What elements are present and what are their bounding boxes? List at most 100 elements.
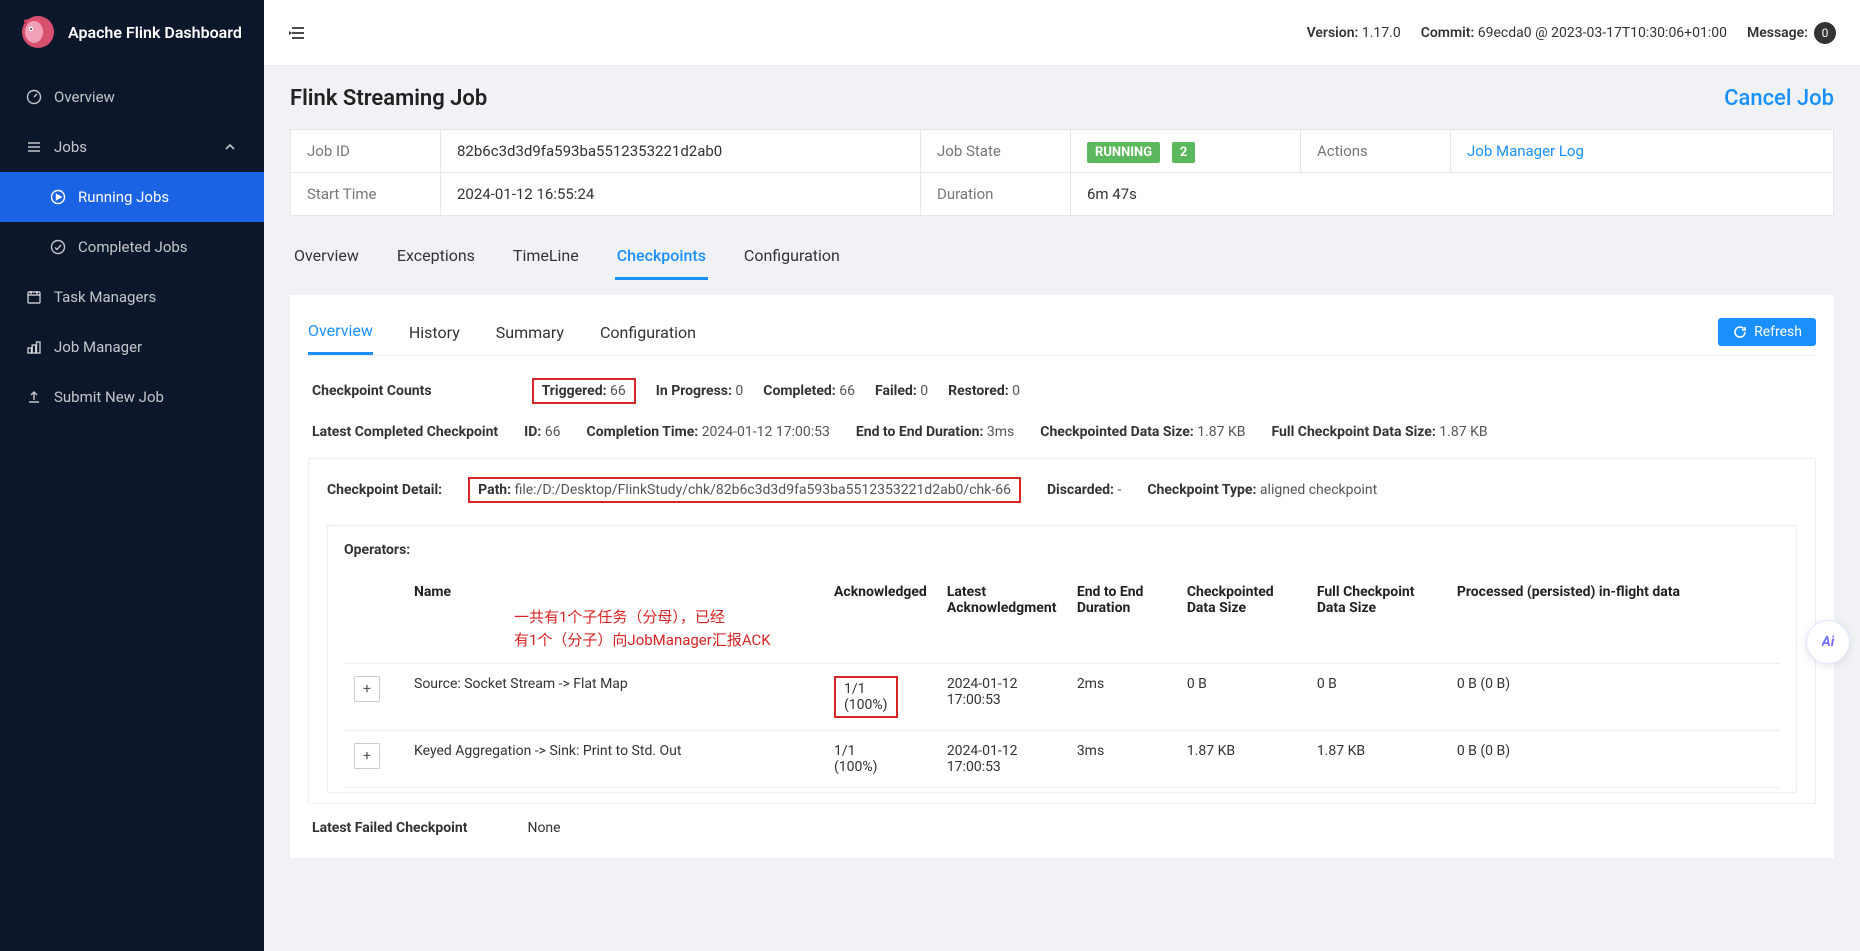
op-pif: 0 B (0 B)	[1447, 664, 1780, 731]
job-id-label: Job ID	[291, 130, 441, 173]
col-name: Name 一共有1个子任务（分母），已经 有1个（分子）向JobManager汇…	[404, 572, 824, 664]
app-title: Apache Flink Dashboard	[68, 23, 242, 42]
op-fds: 0 B	[1307, 664, 1447, 731]
refresh-button[interactable]: Refresh	[1718, 318, 1816, 346]
col-pif: Processed (persisted) in-flight data	[1447, 572, 1780, 664]
sidebar-item-label: Completed Jobs	[78, 238, 188, 256]
sidebar-item-label: Running Jobs	[78, 188, 169, 206]
op-cds: 0 B	[1177, 664, 1307, 731]
col-ack: Acknowledged	[824, 572, 937, 664]
sidebar-item-submit[interactable]: Submit New Job	[0, 372, 264, 422]
op-name: Keyed Aggregation -> Sink: Print to Std.…	[404, 731, 824, 788]
sidebar-nav: Overview Jobs Running Jobs Completed Job…	[0, 64, 264, 422]
table-row: Start Time 2024-01-12 16:55:24 Duration …	[291, 173, 1834, 216]
menu-fold-icon[interactable]	[288, 23, 308, 43]
expand-button[interactable]: +	[354, 676, 380, 702]
subtab-config[interactable]: Configuration	[600, 311, 696, 354]
checkpoint-subtabs: Overview History Summary Configuration R…	[308, 309, 1816, 356]
op-e2e: 3ms	[1067, 731, 1177, 788]
checkpoint-counts-head: Checkpoint Counts	[312, 383, 432, 399]
dashboard-icon	[26, 89, 42, 105]
message-badge[interactable]: 0	[1814, 22, 1836, 44]
job-state-label: Job State	[921, 130, 1071, 173]
table-row: + Source: Socket Stream -> Flat Map1/1(10…	[344, 664, 1780, 731]
actions-label: Actions	[1301, 130, 1451, 173]
latest-fds: Full Checkpoint Data Size: 1.87 KB	[1272, 424, 1488, 440]
failed-kv: Failed: 0	[875, 383, 928, 399]
subtab-summary[interactable]: Summary	[496, 311, 564, 354]
sidebar-item-running-jobs[interactable]: Running Jobs	[0, 172, 264, 222]
job-tabs: Overview Exceptions TimeLine Checkpoints…	[290, 236, 1834, 281]
operators-table: Name 一共有1个子任务（分母），已经 有1个（分子）向JobManager汇…	[344, 572, 1780, 788]
operators-head: Operators:	[344, 542, 1780, 558]
op-ack: 1/1(100%)	[824, 664, 937, 731]
op-ack: 1/1(100%)	[824, 731, 937, 788]
start-time-value: 2024-01-12 16:55:24	[441, 173, 921, 216]
bars-icon	[26, 139, 42, 155]
tab-exceptions[interactable]: Exceptions	[395, 236, 477, 280]
latest-id: ID: 66	[524, 424, 560, 440]
ai-assist-fab[interactable]: Ai	[1806, 620, 1850, 664]
content: Flink Streaming Job Cancel Job Job ID 82…	[264, 66, 1860, 878]
jm-log-link[interactable]: Job Manager Log	[1467, 142, 1584, 160]
detail-path: Path: file:/D:/Desktop/FlinkStudy/chk/82…	[468, 477, 1021, 503]
subtab-history[interactable]: History	[409, 311, 460, 354]
flink-logo	[20, 14, 56, 50]
actions-value: Job Manager Log	[1451, 130, 1834, 173]
latest-checkpoint-row: Latest Completed Checkpoint ID: 66 Compl…	[308, 410, 1816, 454]
main: Version: 1.17.0 Commit: 69ecda0 @ 2023-0…	[264, 0, 1860, 951]
detail-head: Checkpoint Detail:	[327, 482, 442, 498]
state-count-badge: 2	[1172, 142, 1195, 163]
sidebar-item-jobs[interactable]: Jobs	[0, 122, 264, 172]
table-row: + Keyed Aggregation -> Sink: Print to Std…	[344, 731, 1780, 788]
sidebar: Apache Flink Dashboard Overview Jobs Run…	[0, 0, 264, 951]
sidebar-header: Apache Flink Dashboard	[0, 0, 264, 64]
tab-checkpoints[interactable]: Checkpoints	[615, 236, 708, 280]
checkpoints-panel: Overview History Summary Configuration R…	[290, 295, 1834, 858]
op-cds: 1.87 KB	[1177, 731, 1307, 788]
subtab-overview[interactable]: Overview	[308, 309, 373, 355]
message-kv: Message:0	[1747, 22, 1836, 44]
annotation-text: 一共有1个子任务（分母），已经 有1个（分子）向JobManager汇报ACK	[514, 606, 814, 651]
inprogress-kv: In Progress: 0	[656, 383, 744, 399]
detail-type: Checkpoint Type: aligned checkpoint	[1147, 482, 1377, 498]
latest-cds: Checkpointed Data Size: 1.87 KB	[1040, 424, 1245, 440]
sidebar-item-job-manager[interactable]: Job Manager	[0, 322, 264, 372]
topbar: Version: 1.17.0 Commit: 69ecda0 @ 2023-0…	[264, 0, 1860, 66]
duration-label: Duration	[921, 173, 1071, 216]
col-lack: Latest Acknowledgment	[937, 572, 1067, 664]
op-e2e: 2ms	[1067, 664, 1177, 731]
cancel-job-link[interactable]: Cancel Job	[1724, 86, 1834, 111]
tab-timeline[interactable]: TimeLine	[511, 236, 581, 280]
op-pif: 0 B (0 B)	[1447, 731, 1780, 788]
sidebar-item-task-managers[interactable]: Task Managers	[0, 272, 264, 322]
detail-discarded: Discarded: -	[1047, 482, 1121, 498]
running-badge: RUNNING	[1087, 142, 1160, 163]
tab-config[interactable]: Configuration	[742, 236, 842, 280]
build-icon	[26, 339, 42, 355]
op-lack: 2024-01-1217:00:53	[937, 731, 1067, 788]
start-time-label: Start Time	[291, 173, 441, 216]
checkpoint-counts-row: Checkpoint Counts Triggered: 66 In Progr…	[308, 356, 1816, 410]
chevron-up-icon	[222, 139, 238, 155]
sidebar-item-label: Job Manager	[54, 338, 142, 356]
sidebar-item-label: Jobs	[54, 138, 87, 156]
sidebar-item-overview[interactable]: Overview	[0, 72, 264, 122]
job-info-table: Job ID 82b6c3d3d9fa593ba5512353221d2ab0 …	[290, 129, 1834, 216]
upload-icon	[26, 389, 42, 405]
checkpoint-detail-panel: Checkpoint Detail: Path: file:/D:/Deskto…	[308, 458, 1816, 804]
expand-button[interactable]: +	[354, 743, 380, 769]
latest-head: Latest Completed Checkpoint	[312, 424, 498, 440]
table-header-row: Name 一共有1个子任务（分母），已经 有1个（分子）向JobManager汇…	[344, 572, 1780, 664]
col-cds: Checkpointed Data Size	[1177, 572, 1307, 664]
version-kv: Version: 1.17.0	[1307, 25, 1401, 41]
table-row: Job ID 82b6c3d3d9fa593ba5512353221d2ab0 …	[291, 130, 1834, 173]
tab-overview[interactable]: Overview	[292, 236, 361, 280]
restored-kv: Restored: 0	[948, 383, 1020, 399]
sidebar-item-completed-jobs[interactable]: Completed Jobs	[0, 222, 264, 272]
op-fds: 1.87 KB	[1307, 731, 1447, 788]
op-name: Source: Socket Stream -> Flat Map	[404, 664, 824, 731]
failed-head: Latest Failed Checkpoint	[312, 820, 467, 836]
latest-e2e: End to End Duration: 3ms	[856, 424, 1014, 440]
triggered-kv: Triggered: 66	[532, 378, 636, 404]
